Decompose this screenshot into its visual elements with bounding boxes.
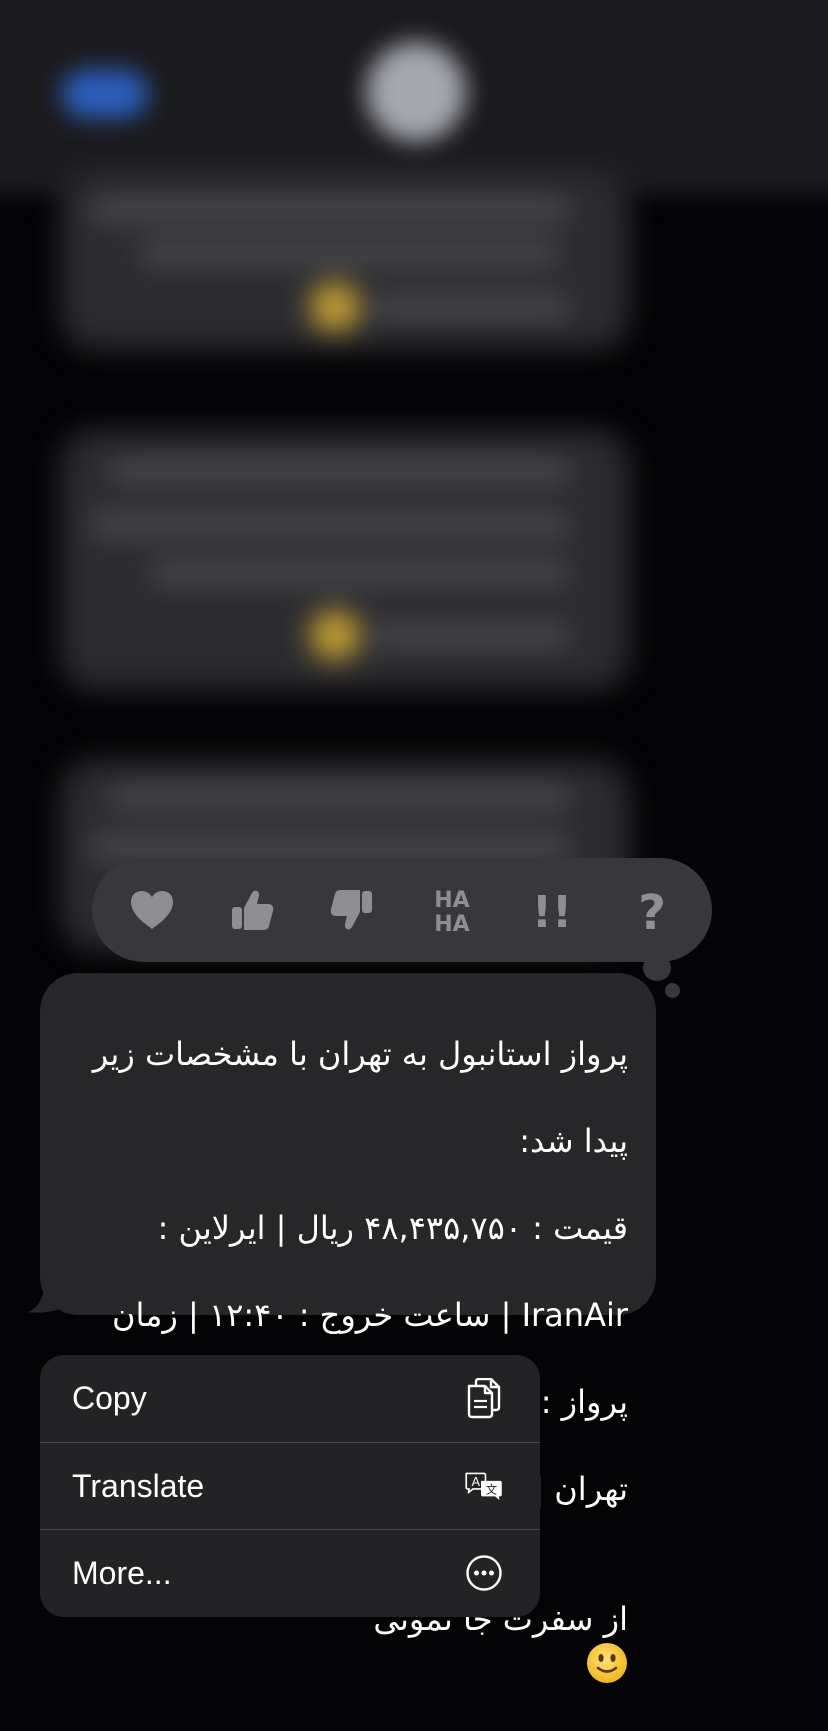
- blurred-message-bubble: [60, 170, 630, 350]
- message-line: قیمت : ۴۸,۴۳۵,۷۵۰ ریال | ایرلاین :: [157, 1208, 628, 1247]
- question-icon: ?: [638, 885, 666, 935]
- emphasize-reaction-button[interactable]: !!: [522, 880, 582, 940]
- haha-top-text: HA: [434, 888, 469, 913]
- message-line: پیدا شد:: [519, 1121, 628, 1160]
- heart-icon: [131, 891, 173, 929]
- double-exclamation-icon: !!: [532, 887, 572, 935]
- exclamation-text: !!: [532, 887, 572, 935]
- menu-item-label: Translate: [72, 1467, 205, 1504]
- reaction-bar: HA HA !! ?: [92, 858, 712, 962]
- blurred-contact-avatar: [366, 42, 466, 142]
- translate-menu-item[interactable]: Translate A 文: [40, 1442, 540, 1529]
- translate-icon: A 文: [464, 1466, 504, 1506]
- haha-icon: HA HA: [434, 888, 469, 935]
- thumbs-up-icon: [232, 890, 274, 930]
- translate-icon-glyph: 文: [486, 1482, 497, 1496]
- blurred-message-bubble: [60, 430, 630, 690]
- haha-bottom-text: HA: [434, 912, 469, 935]
- reaction-bar-tail-dot: [665, 983, 680, 998]
- question-text: ?: [638, 885, 666, 935]
- thumbs-down-reaction-button[interactable]: [322, 880, 382, 940]
- message-bubble[interactable]: پرواز استانبول به تهران با مشخصات زیر پی…: [40, 973, 656, 1683]
- menu-item-label: Copy: [72, 1380, 147, 1416]
- thumbs-down-icon: [330, 890, 372, 930]
- heart-reaction-button[interactable]: [122, 880, 182, 940]
- menu-item-label: More...: [72, 1554, 172, 1591]
- message-context-menu: Copy Translate A 文 More...: [40, 1355, 540, 1617]
- copy-menu-item[interactable]: Copy: [40, 1355, 540, 1442]
- reaction-bar-tail-dot: [643, 955, 671, 981]
- thumbs-up-reaction-button[interactable]: [222, 880, 282, 940]
- message-line: پرواز استانبول به تهران با مشخصات زیر: [92, 1034, 628, 1073]
- question-reaction-button[interactable]: ?: [622, 880, 682, 940]
- translate-icon-letter: A: [472, 1474, 481, 1489]
- haha-reaction-button[interactable]: HA HA: [422, 880, 482, 940]
- blurred-back-button: [62, 70, 148, 118]
- copy-icon: [464, 1377, 504, 1419]
- more-icon: [464, 1553, 504, 1593]
- message-line: IranAir | ساعت خروج : ۱۲:۴۰ | زمان: [112, 1295, 628, 1334]
- more-menu-item[interactable]: More...: [40, 1529, 540, 1616]
